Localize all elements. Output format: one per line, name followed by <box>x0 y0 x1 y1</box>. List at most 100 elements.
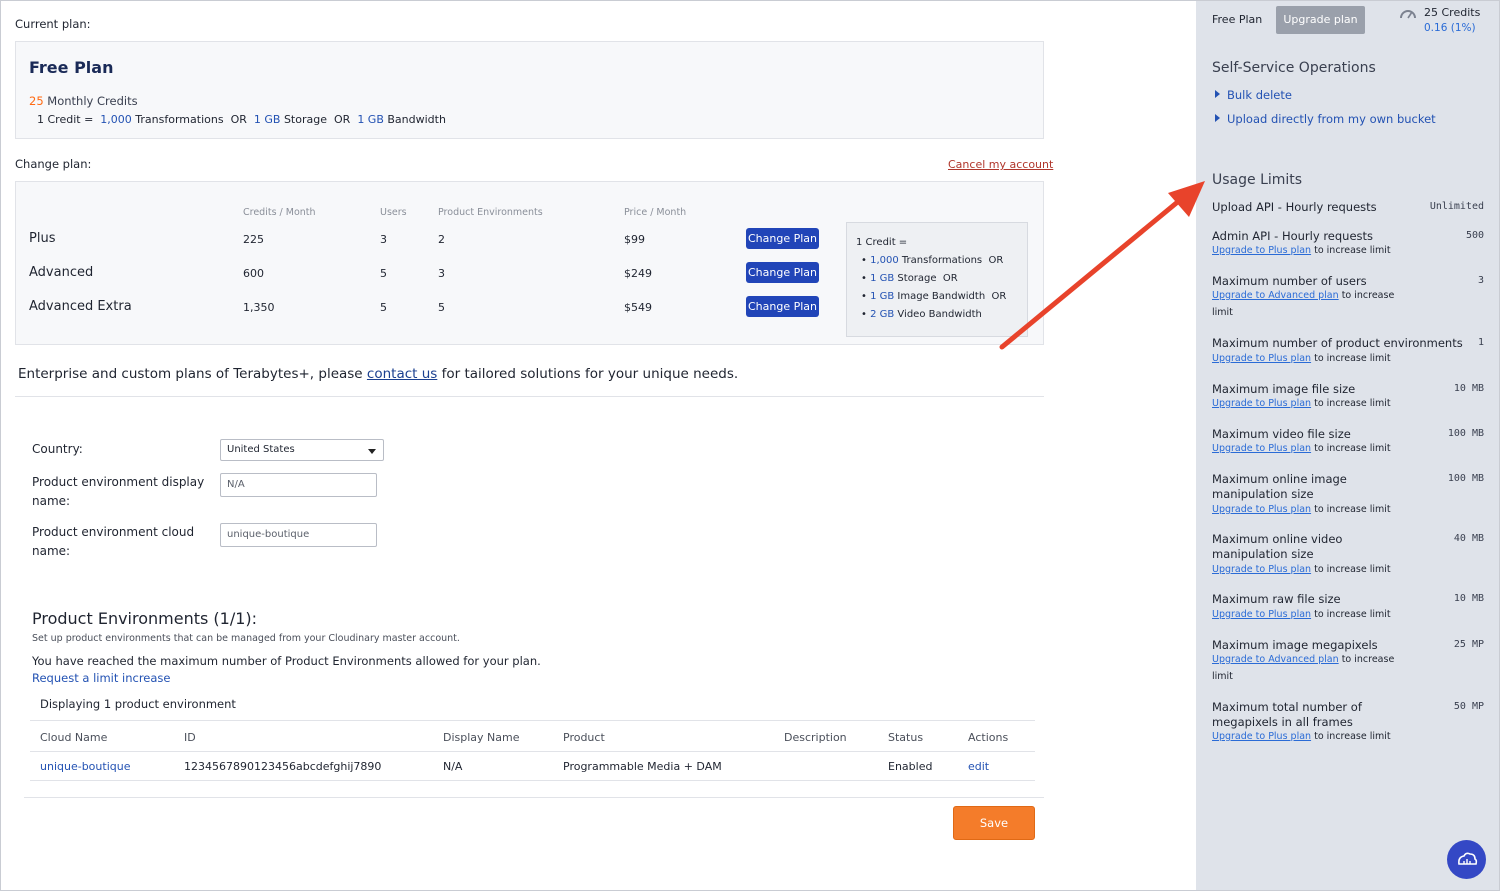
credit-line-or: OR <box>988 255 1004 266</box>
col-description: Description <box>784 731 847 744</box>
credit-box-title: 1 Credit = <box>856 237 908 248</box>
save-button[interactable]: Save <box>953 806 1035 840</box>
enterprise-note: Enterprise and custom plans of Terabytes… <box>18 366 738 382</box>
plan-name: Advanced Extra <box>29 299 132 314</box>
usage-limits-title: Usage Limits <box>1212 172 1303 188</box>
col-actions: Actions <box>968 731 1009 744</box>
cloud-name-input[interactable]: unique-boutique <box>220 523 377 547</box>
formula-bandwidth-label: Bandwidth <box>387 113 446 126</box>
plan-name: Plus <box>29 231 56 246</box>
credit-line-value: 1,000 <box>870 255 899 266</box>
limit-value: 1 <box>1477 337 1484 348</box>
cloud-support-button[interactable] <box>1447 840 1486 879</box>
plan-price: $549 <box>624 301 652 314</box>
credit-line-value: 1 GB <box>870 291 895 302</box>
credit-line-value: 1 GB <box>870 273 895 284</box>
limit-value: 50 MP <box>1453 701 1484 712</box>
credit-formula: 1 Credit = 1,000 Transformations OR 1 GB… <box>37 113 446 126</box>
cloud-support-icon <box>1458 852 1478 865</box>
request-limit-link[interactable]: Request a limit increase <box>32 671 171 685</box>
limit-note: Upgrade to Plus plan to increase limit <box>1212 353 1391 364</box>
limit-name: Maximum number of users <box>1212 274 1367 288</box>
display-name-input[interactable]: N/A <box>220 473 377 497</box>
credit-definition-box: 1 Credit = • 1,000 Transformations OR • … <box>846 222 1028 337</box>
credit-box-line: • 2 GB Video Bandwidth <box>861 309 982 320</box>
plan-envs: 3 <box>438 267 445 280</box>
plan-credits: 225 <box>243 233 264 246</box>
sidebar-credits: 25 Credits <box>1424 6 1481 19</box>
credit-box-line: • 1,000 Transformations OR <box>861 255 1004 266</box>
upgrade-link[interactable]: Upgrade to Advanced plan <box>1212 654 1339 665</box>
usage-sidebar: Free Plan Upgrade plan 25 Credits 0.16 (… <box>1196 0 1500 891</box>
cancel-account-link[interactable]: Cancel my account <box>948 158 1053 171</box>
row-status: Enabled <box>888 760 933 773</box>
note-suffix: to increase limit <box>1314 504 1391 515</box>
limit-value: 100 MB <box>1447 428 1484 439</box>
table-row-border <box>30 780 1035 781</box>
upgrade-link[interactable]: Upgrade to Plus plan <box>1212 443 1311 454</box>
note-suffix: to increase limit <box>1314 609 1391 620</box>
enterprise-text: Enterprise and custom plans of Terabytes… <box>18 366 363 382</box>
product-envs-title: Product Environments (1/1): <box>32 609 258 628</box>
current-plan-label: Current plan: <box>15 17 91 31</box>
plan-price: $249 <box>624 267 652 280</box>
note-suffix: to increase limit <box>1314 443 1391 454</box>
formula-storage-label: Storage <box>283 113 327 126</box>
upgrade-link[interactable]: Upgrade to Plus plan <box>1212 731 1311 742</box>
limit-name: Upload API - Hourly requests <box>1212 200 1377 214</box>
chevron-right-icon <box>1215 90 1220 98</box>
note-suffix: to increase limit <box>1314 353 1391 364</box>
limit-note: Upgrade to Plus plan to increase limit <box>1212 564 1391 575</box>
row-cloud-name-link[interactable]: unique-boutique <box>40 760 130 773</box>
limit-name: manipulation size <box>1212 487 1314 501</box>
limit-note: Upgrade to Plus plan to increase limit <box>1212 443 1391 454</box>
upgrade-link[interactable]: Upgrade to Plus plan <box>1212 564 1311 575</box>
row-product: Programmable Media + DAM <box>563 760 722 773</box>
limit-note-cont: limit <box>1212 671 1233 682</box>
note-suffix: to increase limit <box>1314 245 1391 256</box>
change-plan-button-advanced[interactable]: Change Plan <box>746 262 819 283</box>
upgrade-link[interactable]: Upgrade to Plus plan <box>1212 398 1311 409</box>
speedometer-icon <box>1399 7 1417 24</box>
credit-line-label: Image Bandwidth <box>897 291 986 302</box>
header-users: Users <box>380 207 407 218</box>
upgrade-link[interactable]: Upgrade to Plus plan <box>1212 245 1311 256</box>
row-edit-link[interactable]: edit <box>968 760 989 773</box>
country-value: United States <box>227 444 295 455</box>
note-suffix: to increase limit <box>1314 564 1391 575</box>
formula-storage-value: 1 GB <box>253 113 281 126</box>
credits-count: 25 <box>29 94 44 108</box>
sidebar-credits-usage: 0.16 (1%) <box>1424 22 1476 34</box>
credit-line-or: OR <box>991 291 1007 302</box>
sidebar-plan-label: Free Plan <box>1212 13 1263 26</box>
link-label: Bulk delete <box>1227 88 1292 102</box>
note-suffix: to increase limit <box>1314 398 1391 409</box>
country-select[interactable]: United States <box>220 439 384 461</box>
plan-envs: 2 <box>438 233 445 246</box>
plan-credits: 1,350 <box>243 301 275 314</box>
change-plan-button-plus[interactable]: Change Plan <box>746 228 819 249</box>
bulk-delete-link[interactable]: Bulk delete <box>1215 88 1292 102</box>
upgrade-plan-button[interactable]: Upgrade plan <box>1276 6 1365 34</box>
upgrade-link[interactable]: Upgrade to Plus plan <box>1212 353 1311 364</box>
change-plan-button-advanced-extra[interactable]: Change Plan <box>746 296 819 317</box>
limit-note: Upgrade to Plus plan to increase limit <box>1212 398 1391 409</box>
header-price: Price / Month <box>624 207 687 218</box>
upgrade-link[interactable]: Upgrade to Advanced plan <box>1212 290 1339 301</box>
link-label: Upload directly from my own bucket <box>1227 112 1436 126</box>
contact-us-link[interactable]: contact us <box>367 366 437 382</box>
plan-credits: 600 <box>243 267 264 280</box>
current-plan-name: Free Plan <box>29 58 114 77</box>
limit-value: 40 MB <box>1453 533 1484 544</box>
upload-bucket-link[interactable]: Upload directly from my own bucket <box>1215 112 1436 126</box>
limit-name: Maximum online image <box>1212 472 1347 486</box>
upgrade-link[interactable]: Upgrade to Plus plan <box>1212 609 1311 620</box>
limit-value: 100 MB <box>1447 473 1484 484</box>
upgrade-link[interactable]: Upgrade to Plus plan <box>1212 504 1311 515</box>
credit-line-label: Video Bandwidth <box>897 309 982 320</box>
limit-name: manipulation size <box>1212 547 1314 561</box>
row-id: 1234567890123456abcdefghij7890 <box>184 760 382 773</box>
header-envs: Product Environments <box>438 207 543 218</box>
credit-line-label: Storage <box>897 273 937 284</box>
formula-or: OR <box>334 113 351 126</box>
